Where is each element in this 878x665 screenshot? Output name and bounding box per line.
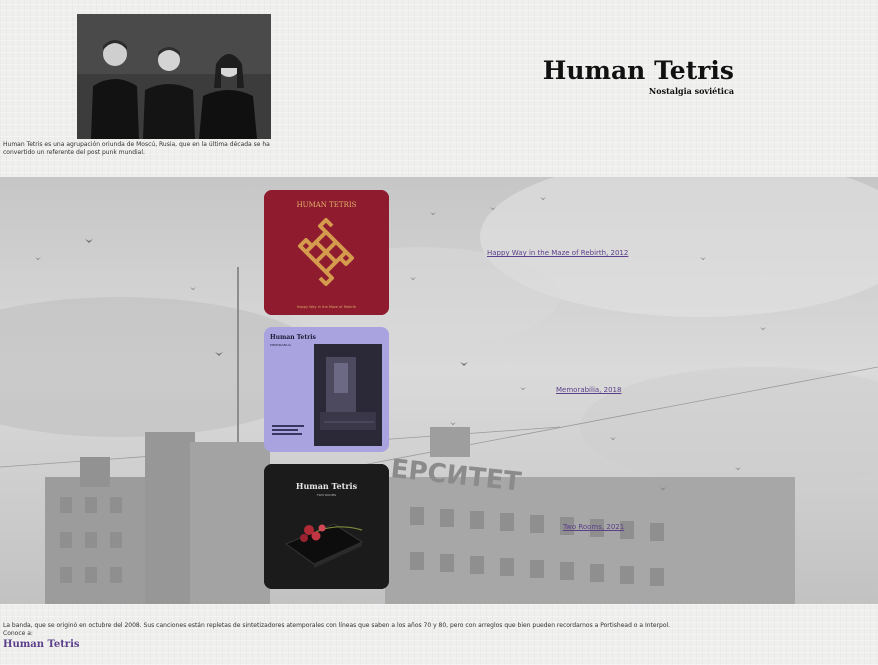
footer-know-label: Conoce a: (3, 630, 33, 637)
album-link-memorabilia[interactable]: Memorabilia, 2018 (556, 386, 621, 395)
album-link-two-rooms[interactable]: Two Rooms, 2021 (563, 523, 624, 532)
album-cover-title: Human Tetris (270, 334, 317, 341)
albums-section: ЕРСИТЕТ HUMAN TETRIS Happy Way in the Ma… (0, 177, 878, 604)
album-cover-memorabilia[interactable]: Human Tetris MEMORABILIA (264, 327, 389, 452)
album-cover-caption: Happy Way in the Maze of Rebirth (297, 305, 357, 309)
footer-description: La banda, que se originó en octubre del … (3, 622, 671, 629)
title-block: Human Tetris Nostalgia soviética (520, 56, 734, 96)
album-cover-happy-way[interactable]: HUMAN TETRIS Happy Way in the Maze of Re… (264, 190, 389, 315)
site-title: Human Tetris (542, 56, 734, 85)
band-photo (77, 14, 271, 139)
album-cover-two-rooms[interactable]: Human Tetris TWO ROOMS (264, 464, 389, 589)
hero-background: ЕРСИТЕТ (0, 177, 878, 604)
album-cover-title: HUMAN TETRIS (297, 201, 357, 209)
album-cover-caption: TWO ROOMS (316, 493, 337, 497)
album-cover-title: Human Tetris (296, 481, 358, 491)
intro-text: Human Tetris es una agrupación oriunda d… (3, 141, 270, 156)
footer-band-link[interactable]: Human Tetris (3, 638, 80, 651)
page: Human Tetris es una agrupación oriunda d… (0, 0, 878, 665)
album-cover-caption: MEMORABILIA (270, 343, 292, 347)
album-link-happy-way[interactable]: Happy Way in the Maze of Rebirth, 2012 (487, 249, 628, 258)
site-subtitle: Nostalgia soviética (648, 86, 734, 96)
